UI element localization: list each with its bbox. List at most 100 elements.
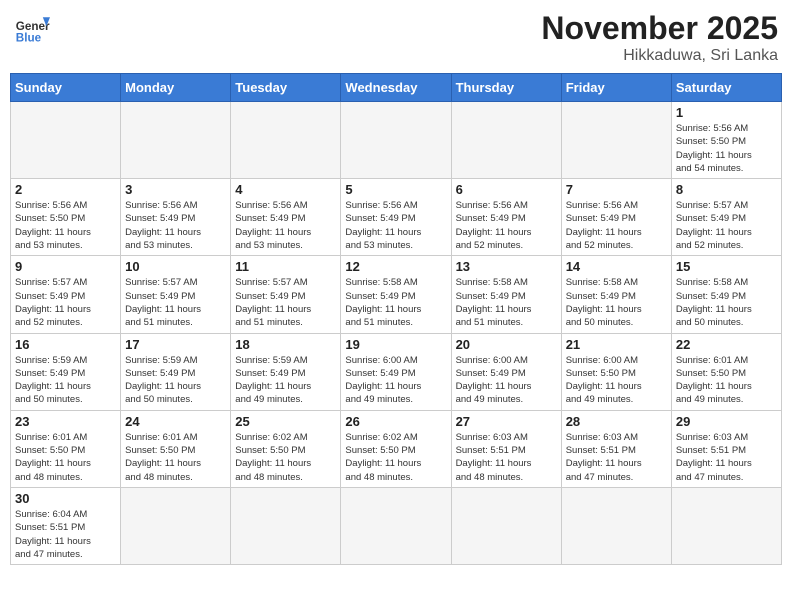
day-number: 18 <box>235 337 336 352</box>
calendar-cell <box>341 487 451 564</box>
day-number: 26 <box>345 414 446 429</box>
calendar: SundayMondayTuesdayWednesdayThursdayFrid… <box>10 73 782 565</box>
day-number: 30 <box>15 491 116 506</box>
calendar-cell <box>231 102 341 179</box>
day-number: 19 <box>345 337 446 352</box>
calendar-cell: 27 Sunrise: 6:03 AM Sunset: 5:51 PM Dayli… <box>451 410 561 487</box>
calendar-cell: 10Sunrise: 5:57 AM Sunset: 5:49 PM Dayli… <box>121 256 231 333</box>
day-number: 17 <box>125 337 226 352</box>
day-number: 20 <box>456 337 557 352</box>
calendar-cell: 30 Sunrise: 6:04 AM Sunset: 5:51 PM Dayli… <box>11 487 121 564</box>
day-info: Sunrise: 5:57 AM Sunset: 5:49 PM Dayligh… <box>235 276 336 329</box>
calendar-cell: 7 Sunrise: 5:56 AM Sunset: 5:49 PM Daylig… <box>561 179 671 256</box>
day-number: 9 <box>15 259 116 274</box>
weekday-header-wednesday: Wednesday <box>341 74 451 102</box>
day-info: Sunrise: 5:56 AM Sunset: 5:49 PM Dayligh… <box>125 199 226 252</box>
header: General Blue November 2025 Hikkaduwa, Sr… <box>10 10 782 65</box>
week-row-1: 1Sunrise: 5:56 AM Sunset: 5:50 PM Daylig… <box>11 102 782 179</box>
weekday-header-row: SundayMondayTuesdayWednesdayThursdayFrid… <box>11 74 782 102</box>
day-info: Sunrise: 5:56 AM Sunset: 5:49 PM Dayligh… <box>566 199 667 252</box>
day-info: Sunrise: 6:04 AM Sunset: 5:51 PM Dayligh… <box>15 508 116 561</box>
calendar-cell: 25Sunrise: 6:02 AM Sunset: 5:50 PM Dayli… <box>231 410 341 487</box>
day-number: 27 <box>456 414 557 429</box>
weekday-header-thursday: Thursday <box>451 74 561 102</box>
calendar-cell: 1Sunrise: 5:56 AM Sunset: 5:50 PM Daylig… <box>671 102 781 179</box>
calendar-cell: 8 Sunrise: 5:57 AM Sunset: 5:49 PM Daylig… <box>671 179 781 256</box>
weekday-header-friday: Friday <box>561 74 671 102</box>
day-info: Sunrise: 5:58 AM Sunset: 5:49 PM Dayligh… <box>345 276 446 329</box>
calendar-cell: 15Sunrise: 5:58 AM Sunset: 5:49 PM Dayli… <box>671 256 781 333</box>
day-info: Sunrise: 6:01 AM Sunset: 5:50 PM Dayligh… <box>676 354 777 407</box>
calendar-cell: 16Sunrise: 5:59 AM Sunset: 5:49 PM Dayli… <box>11 333 121 410</box>
day-number: 29 <box>676 414 777 429</box>
week-row-5: 23 Sunrise: 6:01 AM Sunset: 5:50 PM Dayli… <box>11 410 782 487</box>
calendar-cell <box>451 102 561 179</box>
calendar-cell: 18 Sunrise: 5:59 AM Sunset: 5:49 PM Dayli… <box>231 333 341 410</box>
calendar-cell: 17 Sunrise: 5:59 AM Sunset: 5:49 PM Dayli… <box>121 333 231 410</box>
day-info: Sunrise: 6:03 AM Sunset: 5:51 PM Dayligh… <box>456 431 557 484</box>
day-info: Sunrise: 6:01 AM Sunset: 5:50 PM Dayligh… <box>125 431 226 484</box>
calendar-cell: 2Sunrise: 5:56 AM Sunset: 5:50 PM Daylig… <box>11 179 121 256</box>
calendar-cell: 3 Sunrise: 5:56 AM Sunset: 5:49 PM Daylig… <box>121 179 231 256</box>
calendar-cell: 11 Sunrise: 5:57 AM Sunset: 5:49 PM Dayli… <box>231 256 341 333</box>
calendar-cell: 26 Sunrise: 6:02 AM Sunset: 5:50 PM Dayli… <box>341 410 451 487</box>
day-number: 23 <box>15 414 116 429</box>
day-number: 25 <box>235 414 336 429</box>
calendar-cell: 28 Sunrise: 6:03 AM Sunset: 5:51 PM Dayli… <box>561 410 671 487</box>
logo-icon: General Blue <box>14 10 50 46</box>
day-number: 6 <box>456 182 557 197</box>
day-number: 12 <box>345 259 446 274</box>
day-info: Sunrise: 5:56 AM Sunset: 5:49 PM Dayligh… <box>456 199 557 252</box>
day-number: 11 <box>235 259 336 274</box>
calendar-cell <box>451 487 561 564</box>
weekday-header-sunday: Sunday <box>11 74 121 102</box>
day-info: Sunrise: 6:00 AM Sunset: 5:50 PM Dayligh… <box>566 354 667 407</box>
day-info: Sunrise: 5:57 AM Sunset: 5:49 PM Dayligh… <box>676 199 777 252</box>
day-info: Sunrise: 5:56 AM Sunset: 5:49 PM Dayligh… <box>345 199 446 252</box>
day-number: 4 <box>235 182 336 197</box>
calendar-cell: 9 Sunrise: 5:57 AM Sunset: 5:49 PM Daylig… <box>11 256 121 333</box>
calendar-cell <box>671 487 781 564</box>
day-info: Sunrise: 6:00 AM Sunset: 5:49 PM Dayligh… <box>345 354 446 407</box>
weekday-header-monday: Monday <box>121 74 231 102</box>
month-title: November 2025 <box>541 10 778 47</box>
day-number: 5 <box>345 182 446 197</box>
day-info: Sunrise: 5:59 AM Sunset: 5:49 PM Dayligh… <box>125 354 226 407</box>
location-title: Hikkaduwa, Sri Lanka <box>541 47 778 65</box>
day-info: Sunrise: 6:03 AM Sunset: 5:51 PM Dayligh… <box>676 431 777 484</box>
calendar-cell <box>231 487 341 564</box>
day-number: 10 <box>125 259 226 274</box>
day-number: 21 <box>566 337 667 352</box>
calendar-cell <box>11 102 121 179</box>
calendar-cell: 6 Sunrise: 5:56 AM Sunset: 5:49 PM Daylig… <box>451 179 561 256</box>
day-info: Sunrise: 6:00 AM Sunset: 5:49 PM Dayligh… <box>456 354 557 407</box>
day-info: Sunrise: 6:02 AM Sunset: 5:50 PM Dayligh… <box>345 431 446 484</box>
day-number: 22 <box>676 337 777 352</box>
week-row-3: 9 Sunrise: 5:57 AM Sunset: 5:49 PM Daylig… <box>11 256 782 333</box>
day-info: Sunrise: 5:58 AM Sunset: 5:49 PM Dayligh… <box>676 276 777 329</box>
day-number: 3 <box>125 182 226 197</box>
day-number: 14 <box>566 259 667 274</box>
day-info: Sunrise: 5:57 AM Sunset: 5:49 PM Dayligh… <box>15 276 116 329</box>
week-row-6: 30 Sunrise: 6:04 AM Sunset: 5:51 PM Dayli… <box>11 487 782 564</box>
day-info: Sunrise: 5:56 AM Sunset: 5:50 PM Dayligh… <box>676 122 777 175</box>
calendar-cell <box>121 487 231 564</box>
day-number: 8 <box>676 182 777 197</box>
day-info: Sunrise: 6:01 AM Sunset: 5:50 PM Dayligh… <box>15 431 116 484</box>
day-number: 13 <box>456 259 557 274</box>
calendar-cell: 22 Sunrise: 6:01 AM Sunset: 5:50 PM Dayli… <box>671 333 781 410</box>
calendar-cell <box>561 102 671 179</box>
weekday-header-tuesday: Tuesday <box>231 74 341 102</box>
day-info: Sunrise: 5:59 AM Sunset: 5:49 PM Dayligh… <box>235 354 336 407</box>
calendar-cell: 20 Sunrise: 6:00 AM Sunset: 5:49 PM Dayli… <box>451 333 561 410</box>
day-number: 16 <box>15 337 116 352</box>
week-row-4: 16 Sunrise: 5:59 AM Sunset: 5:49 PM Dayli… <box>11 333 782 410</box>
day-number: 7 <box>566 182 667 197</box>
day-number: 24 <box>125 414 226 429</box>
calendar-cell: 23 Sunrise: 6:01 AM Sunset: 5:50 PM Dayli… <box>11 410 121 487</box>
calendar-cell: 4 Sunrise: 5:56 AM Sunset: 5:49 PM Daylig… <box>231 179 341 256</box>
day-number: 28 <box>566 414 667 429</box>
day-info: Sunrise: 5:56 AM Sunset: 5:49 PM Dayligh… <box>235 199 336 252</box>
day-info: Sunrise: 6:03 AM Sunset: 5:51 PM Dayligh… <box>566 431 667 484</box>
calendar-cell <box>561 487 671 564</box>
